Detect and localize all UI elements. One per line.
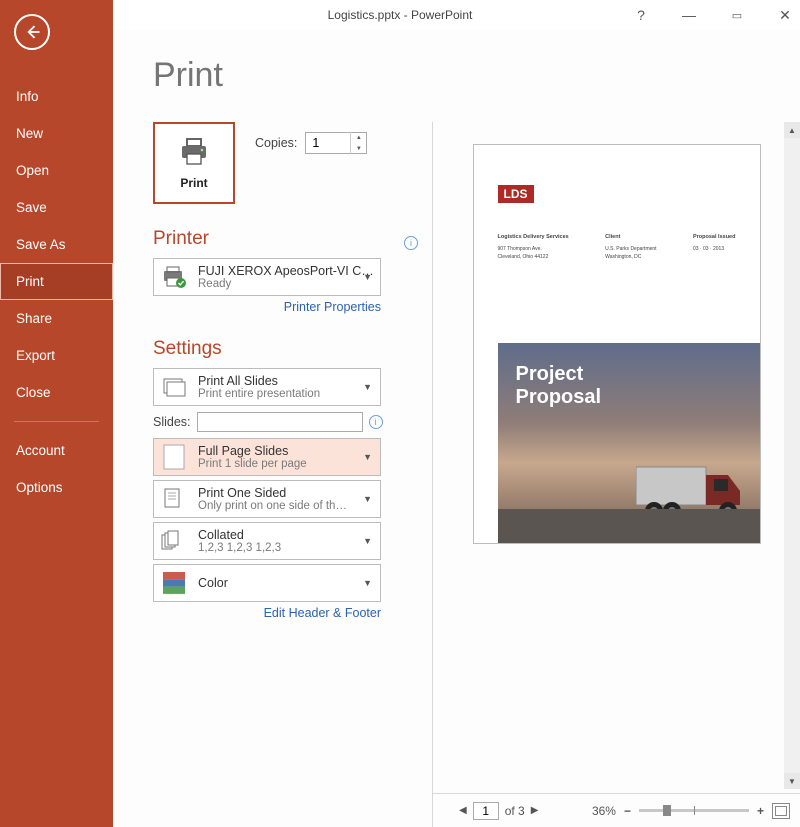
- preview-col3-head: Proposal Issued: [693, 233, 736, 242]
- collated-icon: [160, 527, 188, 555]
- color-icon: [160, 569, 188, 597]
- restore-button[interactable]: ▭: [728, 6, 746, 24]
- zoom-controls: 36% − +: [592, 803, 790, 819]
- minimize-button[interactable]: —: [680, 6, 698, 24]
- preview-photo: Project Proposal: [498, 343, 760, 543]
- print-preview-pane: LDS Logistics Delivery Services907 Thomp…: [432, 122, 800, 827]
- sidebar-divider: [14, 421, 99, 422]
- preview-title-line2: Proposal: [516, 386, 602, 408]
- zoom-fit[interactable]: [772, 803, 790, 819]
- help-button[interactable]: ?: [632, 6, 650, 24]
- accent-tab: [473, 245, 474, 265]
- edit-header-footer-link[interactable]: Edit Header & Footer: [153, 606, 381, 620]
- backstage-sidebar: Info New Open Save Save As Print Share E…: [0, 0, 113, 827]
- zoom-value: 36%: [592, 804, 616, 818]
- slides-label: Slides:: [153, 415, 191, 429]
- preview-scrollbar[interactable]: ▲ ▼: [784, 122, 800, 789]
- truck-icon: [636, 457, 756, 527]
- printer-icon: [178, 136, 210, 168]
- printer-status: Ready: [198, 278, 374, 290]
- page-navigator: ◀ of 3 ▶: [459, 802, 538, 820]
- backstage-main: Print Print Copies:: [113, 30, 800, 827]
- color-selector[interactable]: Color ▼: [153, 564, 381, 602]
- duplex-selector[interactable]: Print One Sided Only print on one side o…: [153, 480, 381, 518]
- duplex-sub: Only print on one side of th…: [198, 500, 374, 512]
- printer-selector[interactable]: FUJI XEROX ApeosPort-VI C3… Ready ▼: [153, 258, 381, 296]
- page-total: of 3: [505, 804, 525, 818]
- chevron-down-icon: ▼: [363, 536, 372, 546]
- sidebar-item-save-as[interactable]: Save As: [0, 226, 113, 263]
- close-button[interactable]: ✕: [776, 6, 794, 24]
- zoom-out[interactable]: −: [624, 804, 631, 818]
- sidebar-item-print[interactable]: Print: [0, 263, 113, 300]
- copies-spinner[interactable]: ▲ ▼: [305, 132, 367, 154]
- collate-sub: 1,2,3 1,2,3 1,2,3: [198, 542, 374, 554]
- back-arrow-icon: [22, 22, 42, 42]
- printer-properties-link[interactable]: Printer Properties: [153, 300, 381, 314]
- copies-down[interactable]: ▼: [351, 143, 366, 154]
- preview-page: LDS Logistics Delivery Services907 Thomp…: [473, 144, 761, 544]
- layout-title: Full Page Slides: [198, 444, 374, 458]
- sidebar-item-options[interactable]: Options: [0, 469, 113, 506]
- slides-stack-icon: [160, 373, 188, 401]
- zoom-slider[interactable]: [639, 809, 749, 812]
- chevron-down-icon: ▼: [363, 382, 372, 392]
- slides-input[interactable]: [197, 412, 363, 432]
- copies-label: Copies:: [255, 136, 297, 150]
- sidebar-item-account[interactable]: Account: [0, 432, 113, 469]
- layout-sub: Print 1 slide per page: [198, 458, 374, 470]
- page-title: Print: [153, 56, 800, 95]
- chevron-down-icon: ▼: [363, 494, 372, 504]
- preview-status-bar: ◀ of 3 ▶ 36% − +: [433, 793, 800, 827]
- preview-title-line1: Project: [516, 363, 584, 385]
- slides-info-icon[interactable]: i: [369, 415, 383, 429]
- sidebar-item-info[interactable]: Info: [0, 78, 113, 115]
- print-button-label: Print: [180, 176, 207, 190]
- print-range-selector[interactable]: Print All Slides Print entire presentati…: [153, 368, 381, 406]
- printer-status-icon: [160, 263, 188, 291]
- sidebar-item-open[interactable]: Open: [0, 152, 113, 189]
- copies-input[interactable]: [306, 134, 350, 152]
- collate-title: Collated: [198, 528, 374, 542]
- preview-col1-head: Logistics Delivery Services: [498, 233, 569, 242]
- prev-page[interactable]: ◀: [459, 805, 467, 816]
- chevron-down-icon: ▼: [363, 452, 372, 462]
- sidebar-item-share[interactable]: Share: [0, 300, 113, 337]
- sidebar-item-new[interactable]: New: [0, 115, 113, 152]
- scroll-down[interactable]: ▼: [784, 773, 800, 789]
- title-bar: Logistics.pptx - PowerPoint ? — ▭ ✕: [0, 0, 800, 30]
- zoom-in[interactable]: +: [757, 804, 764, 818]
- full-page-icon: [160, 443, 188, 471]
- print-settings-column: Print Copies: ▲ ▼ Printer i: [113, 122, 432, 827]
- next-page[interactable]: ▶: [531, 805, 539, 816]
- duplex-title: Print One Sided: [198, 486, 374, 500]
- print-range-sub: Print entire presentation: [198, 388, 374, 400]
- page-number-input[interactable]: [473, 802, 499, 820]
- lds-logo: LDS: [498, 185, 534, 203]
- collate-selector[interactable]: Collated 1,2,3 1,2,3 1,2,3 ▼: [153, 522, 381, 560]
- preview-col2-head: Client: [605, 233, 656, 242]
- printer-name: FUJI XEROX ApeosPort-VI C3…: [198, 264, 374, 278]
- window-title: Logistics.pptx - PowerPoint: [328, 8, 473, 22]
- printer-heading: Printer: [153, 228, 209, 250]
- copies-up[interactable]: ▲: [351, 132, 366, 143]
- chevron-down-icon: ▼: [363, 578, 372, 588]
- color-title: Color: [198, 576, 374, 590]
- back-button[interactable]: [14, 14, 50, 50]
- print-range-title: Print All Slides: [198, 374, 374, 388]
- print-button[interactable]: Print: [153, 122, 235, 204]
- settings-heading: Settings: [153, 338, 222, 360]
- sidebar-item-save[interactable]: Save: [0, 189, 113, 226]
- sidebar-item-close[interactable]: Close: [0, 374, 113, 411]
- chevron-down-icon: ▼: [363, 272, 372, 282]
- scroll-up[interactable]: ▲: [784, 122, 800, 138]
- sidebar-item-export[interactable]: Export: [0, 337, 113, 374]
- one-sided-icon: [160, 485, 188, 513]
- printer-info-icon[interactable]: i: [404, 236, 418, 250]
- layout-selector[interactable]: Full Page Slides Print 1 slide per page …: [153, 438, 381, 476]
